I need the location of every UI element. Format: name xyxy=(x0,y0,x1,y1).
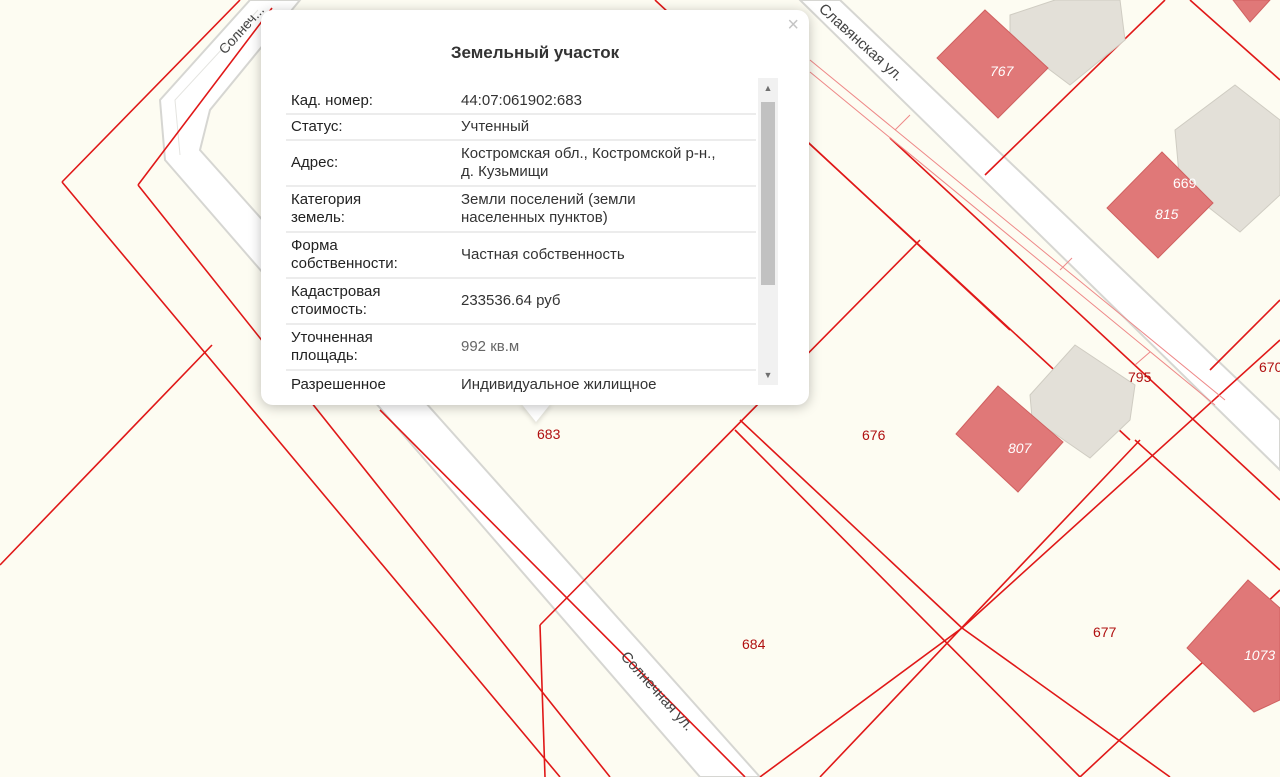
info-key: Кад. номер: xyxy=(286,88,456,115)
popup-body[interactable]: Кад. номер: 44:07:061902:683 Статус: Учт… xyxy=(286,88,756,392)
info-key-line: земель: xyxy=(291,209,345,226)
info-value-line: д. Кузьмищи xyxy=(461,163,549,180)
info-value: 44:07:061902:683 xyxy=(456,88,756,115)
info-key-line: Категория xyxy=(291,191,362,208)
popup-title: Земельный участок xyxy=(450,43,620,62)
info-row-status: Статус: Учтенный xyxy=(286,114,756,141)
info-row-area: Уточненная площадь: 992 кв.м xyxy=(286,324,756,371)
popup-scrollbar[interactable]: ▲ ▼ xyxy=(758,78,778,385)
info-value: 233536.64 руб xyxy=(456,278,756,325)
scroll-up-arrow-icon[interactable]: ▲ xyxy=(758,80,778,96)
close-icon[interactable]: × xyxy=(787,14,799,36)
info-row-cadastral-number: Кад. номер: 44:07:061902:683 xyxy=(286,88,756,115)
building-label-807: 807 xyxy=(1008,440,1033,456)
info-value: Учтенный xyxy=(456,114,756,141)
info-value: Индивидуальное жилищное xyxy=(456,370,756,392)
info-key: Статус: xyxy=(286,114,456,141)
info-value: Частная собственность xyxy=(456,232,756,279)
info-value: Костромская обл., Костромской р-н., д. К… xyxy=(456,140,756,187)
building-label-767: 767 xyxy=(990,63,1015,79)
popup-pointer xyxy=(520,402,552,422)
building-label-815: 815 xyxy=(1155,206,1179,222)
info-key: Уточненная площадь: xyxy=(286,324,456,371)
info-row-ownership: Форма собственности: Частная собственнос… xyxy=(286,232,756,279)
parcel-info-popup: × Земельный участок Кад. номер: 44:07:06… xyxy=(261,10,809,405)
info-value-line: населенных пунктов) xyxy=(461,209,608,226)
info-row-land-category: Категория земель: Земли поселений (земли… xyxy=(286,186,756,233)
info-key-line: Уточненная xyxy=(291,329,373,346)
info-key-line: площадь: xyxy=(291,347,358,364)
info-key-line: стоимость: xyxy=(291,301,367,318)
parcel-label-676: 676 xyxy=(862,427,886,443)
info-row-permitted-use: Разрешенное Индивидуальное жилищное xyxy=(286,370,756,392)
info-value-line: Костромская обл., Костромской р-н., xyxy=(461,145,716,162)
info-value: Земли поселений (земли населенных пункто… xyxy=(456,186,756,233)
parcel-label-684: 684 xyxy=(742,636,766,652)
parcel-label-683: 683 xyxy=(537,426,561,442)
info-row-address: Адрес: Костромская обл., Костромской р-н… xyxy=(286,140,756,187)
info-value-line: Земли поселений (земли xyxy=(461,191,636,208)
scroll-down-arrow-icon[interactable]: ▼ xyxy=(758,367,778,383)
parcel-label-677: 677 xyxy=(1093,624,1117,640)
info-key: Разрешенное xyxy=(286,370,456,392)
info-key-line: Форма xyxy=(291,237,338,254)
parcel-label-669: 669 xyxy=(1173,175,1197,191)
info-key-line: Кадастровая xyxy=(291,283,381,300)
info-key: Категория земель: xyxy=(286,186,456,233)
info-key-line: собственности: xyxy=(291,255,398,272)
info-key: Кадастровая стоимость: xyxy=(286,278,456,325)
building-label-1073: 1073 xyxy=(1244,647,1275,663)
info-row-cadastral-value: Кадастровая стоимость: 233536.64 руб xyxy=(286,278,756,325)
info-value: 992 кв.м xyxy=(456,324,756,371)
scroll-thumb[interactable] xyxy=(761,102,775,285)
info-key: Адрес: xyxy=(286,140,456,187)
parcel-info-table: Кад. номер: 44:07:061902:683 Статус: Учт… xyxy=(286,88,756,392)
parcel-label-795: 795 xyxy=(1128,369,1152,385)
parcel-label-670: 670 xyxy=(1259,359,1280,375)
info-key: Форма собственности: xyxy=(286,232,456,279)
